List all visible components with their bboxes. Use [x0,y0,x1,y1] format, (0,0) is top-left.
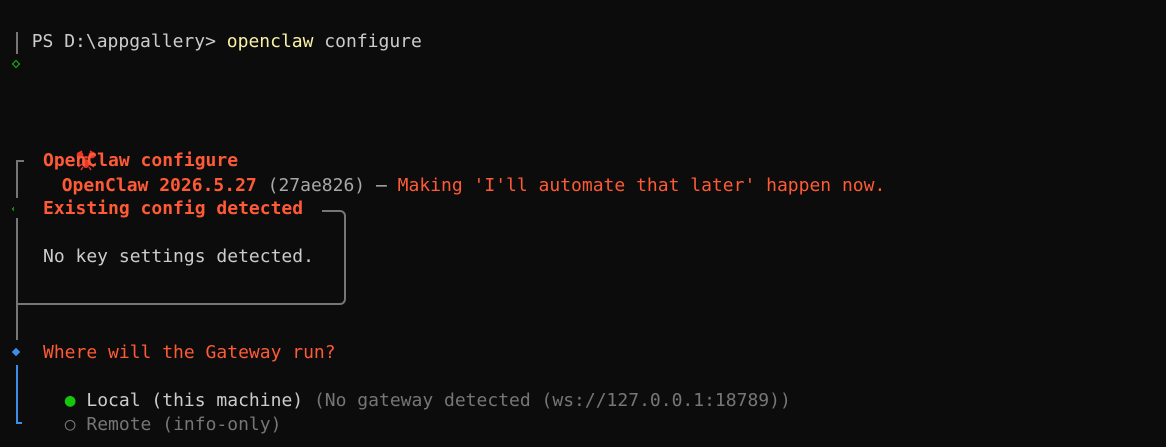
lobster-icon [32,125,96,171]
section-title: OpenClaw configure [43,150,239,171]
banner-tagline: Making 'I'll automate that later' happen… [397,175,886,196]
command-name: openclaw [226,31,314,52]
command-args: configure [313,31,422,52]
gutter-line [16,170,18,198]
prompt-path: PS D:\appgallery> [31,31,227,52]
option-remote-label: Remote (info-only) [86,414,282,435]
gutter-line [16,305,18,340]
active-gutter-end [16,422,22,424]
active-gutter-line [16,365,18,423]
note-title: Existing config detected [43,198,304,219]
option-local-hint: (No gateway detected (ws://127.0.0.1:187… [303,390,791,411]
command-line: PS D:\appgallery> openclaw configure [10,6,422,52]
diamond-outline-icon [11,59,21,69]
product-version: OpenClaw 2026.5.27 [61,175,257,196]
diamond-filled-icon [11,347,21,357]
prompt-question: Where will the Gateway run? [43,342,336,363]
gutter-line [16,218,18,304]
radio-unselected-icon: ○ [64,414,76,435]
option-local[interactable]: ● Local (this machine) (No gateway detec… [43,365,791,411]
note-body: No key settings detected. [43,246,314,267]
banner-dash: — [365,175,398,196]
gutter-line [16,32,18,54]
banner-line: OpenClaw 2026.5.27 (27ae826) — Making 'I… [10,101,885,196]
option-remote[interactable]: ○ Remote (info-only) [43,389,282,435]
commit-hash: (27ae826) [256,175,366,196]
